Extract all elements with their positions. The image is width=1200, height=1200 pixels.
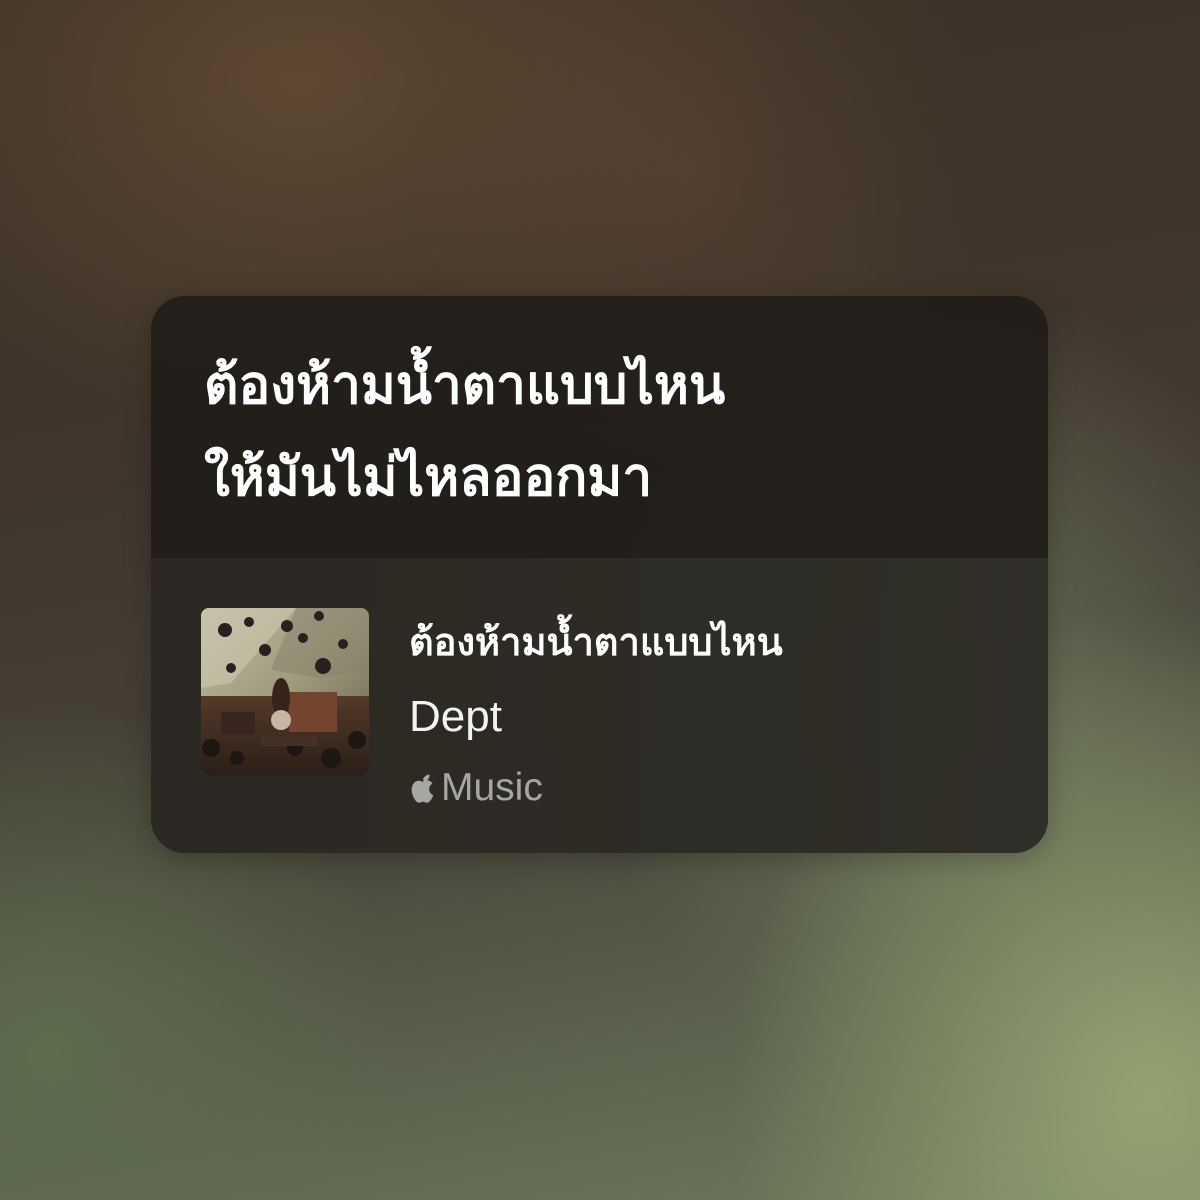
apple-logo-icon xyxy=(411,774,434,803)
song-info-section[interactable]: ต้องห้ามน้ำตาแบบไหน Dept Music xyxy=(151,558,1048,853)
apple-music-brand: Music xyxy=(407,763,543,813)
song-title[interactable]: ต้องห้ามน้ำตาแบบไหน xyxy=(409,612,783,672)
album-artwork-image xyxy=(201,608,369,776)
lyric-text: ต้องห้ามน้ำตาแบบไหน ให้มันไม่ไหลออกมา xyxy=(204,355,726,508)
artist-name[interactable]: Dept xyxy=(409,687,502,747)
lyric-section: ต้องห้ามน้ำตาแบบไหน ให้มันไม่ไหลออกมา xyxy=(151,296,1048,558)
lyrics-share-card[interactable]: ต้องห้ามน้ำตาแบบไหน ให้มันไม่ไหลออกมา ต้… xyxy=(151,296,1048,853)
music-brand-label: Music xyxy=(441,766,543,809)
album-artwork[interactable] xyxy=(201,608,369,776)
